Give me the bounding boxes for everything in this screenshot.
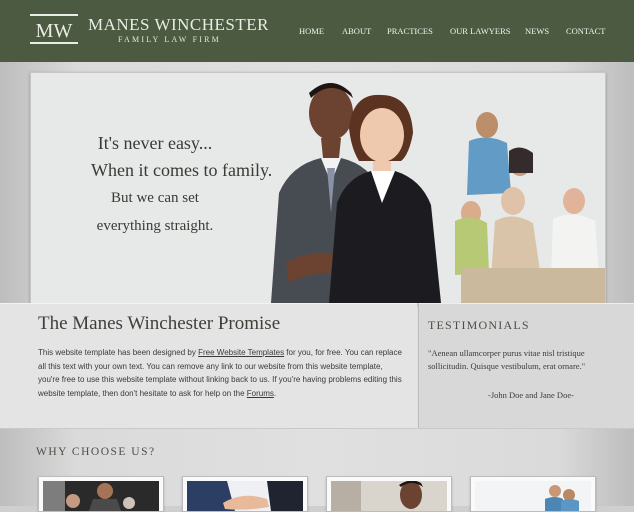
promise-text-1: This website template has been designed … (38, 348, 199, 357)
hero-line-1: It's never easy... (97, 133, 213, 153)
nav-our-lawyers[interactable]: OUR LAWYERS (450, 26, 510, 36)
nav-practices[interactable]: PRACTICES (387, 26, 433, 36)
site-header: MW MANES WINCHESTER FAMILY LAW FIRM HOME… (0, 0, 634, 62)
promise-title: The Manes Winchester Promise (38, 313, 281, 334)
testimonial-author: -John Doe and Jane Doe- (488, 390, 574, 400)
nav-news[interactable]: NEWS (525, 26, 549, 36)
hero-line-2: When it comes to family. (91, 160, 273, 180)
nav-home[interactable]: HOME (299, 26, 324, 36)
free-website-templates-link[interactable]: Free Website Templates (198, 348, 284, 357)
nav-contact[interactable]: CONTACT (566, 26, 605, 36)
brand-tagline: FAMILY LAW FIRM (118, 35, 221, 44)
thumbnail-4[interactable] (470, 476, 596, 512)
hero-line-4: everything straight. (96, 218, 214, 234)
handshake-photo-image (187, 481, 303, 511)
hero-tagline: It's never easy... When it comes to fami… (91, 130, 273, 240)
lawyer-portrait-image (331, 481, 447, 511)
hero-banner: It's never easy... When it comes to fami… (30, 72, 606, 304)
nav-about[interactable]: ABOUT (342, 26, 371, 36)
thumbnail-3[interactable] (326, 476, 452, 512)
promise-body: This website template has been designed … (38, 346, 406, 400)
thumbnail-2[interactable] (182, 476, 308, 512)
family-group-image (455, 112, 605, 303)
promise-text-3: . (273, 388, 277, 398)
testimonials-title: TESTIMONIALS (428, 318, 530, 332)
hero-line-3: But we can set (111, 190, 199, 206)
logo-icon[interactable]: MW (30, 14, 78, 44)
family-photo-image (475, 481, 591, 511)
brand-name[interactable]: MANES WINCHESTER (88, 15, 269, 35)
meeting-photo-image (43, 481, 159, 511)
why-choose-us-title: WHY CHOOSE US? (36, 446, 156, 458)
logo-monogram: MW (36, 20, 73, 42)
hero-photo-lawyers (271, 83, 605, 303)
thumbnail-1[interactable] (38, 476, 164, 512)
testimonial-quote: "Aenean ullamcorper purus vitae nisl tri… (428, 348, 586, 371)
forums-link[interactable]: Forums (247, 389, 274, 398)
